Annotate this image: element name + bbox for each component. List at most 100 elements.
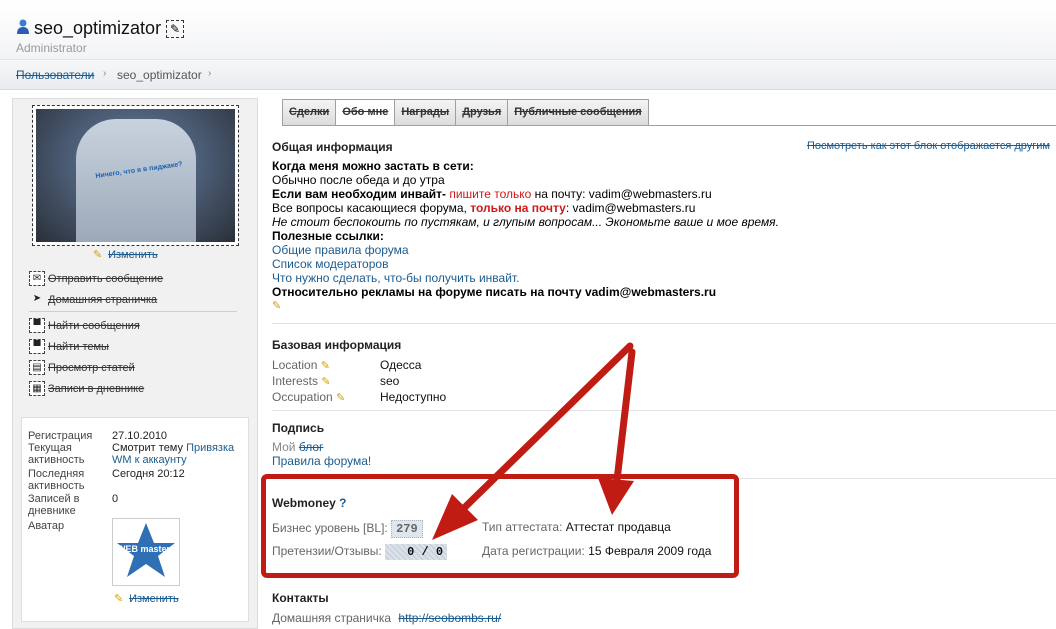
find-messages-action[interactable]: ▀ Найти сообщения	[29, 316, 241, 337]
signature-my: Мой	[272, 440, 296, 454]
pencil-icon[interactable]: ✎	[336, 392, 348, 404]
chat-icon: ▀	[29, 318, 45, 333]
invite-line-rest: на почту: vadim@webmasters.ru	[534, 187, 712, 201]
homepage-label: Домашняя страничка	[48, 294, 158, 306]
signature-blog-link[interactable]: блог	[299, 440, 324, 454]
pencil-icon[interactable]: ✎	[321, 376, 333, 388]
divider	[272, 410, 1056, 411]
invite-howto-link[interactable]: Что нужно сделать, что-бы получить инвай…	[272, 271, 519, 285]
location-value: Одесса	[380, 358, 422, 372]
view-articles-label: Просмотр статей	[48, 362, 135, 374]
forum-questions-red: только на почту	[470, 201, 566, 215]
breadcrumb-users-link[interactable]: Пользователи	[16, 68, 94, 82]
activity-label: Текущая активность	[28, 442, 85, 466]
envelope-icon: ✉	[29, 271, 45, 286]
avatar-text: WEB masters	[117, 544, 175, 554]
basic-info-title: Базовая информация	[272, 338, 402, 352]
tab-divider	[282, 125, 1056, 126]
divider	[272, 323, 1056, 324]
pencil-icon[interactable]: ✎	[321, 360, 333, 372]
user-icon	[17, 19, 29, 34]
signature-blog-line: Мой блог	[272, 440, 323, 454]
edit-avatar-link[interactable]: ✎ Изменить	[114, 593, 179, 605]
interests-label-text: Interests	[272, 374, 319, 388]
webmoney-highlight-box	[261, 474, 739, 578]
tab-awards[interactable]: Награды	[394, 99, 456, 126]
profile-tabs: Сделки Обо мне Награды Друзья Публичные …	[282, 99, 649, 126]
invite-line-red: пишите только	[449, 187, 532, 201]
occupation-value: Недоступно	[380, 390, 447, 404]
homepage-action[interactable]: ➤ Домашняя страничка	[29, 290, 241, 311]
profile-header: seo_optimizator ✎ Administrator	[0, 0, 1056, 60]
homepage-link[interactable]: http://seobombs.ru/	[398, 611, 501, 625]
invite-line: Если вам необходим инвайт- пишите только…	[272, 187, 712, 201]
forum-rules-link[interactable]: Общие правила форума	[272, 243, 409, 257]
find-topics-label: Найти темы	[48, 341, 109, 353]
contacts-title: Контакты	[272, 591, 329, 605]
tab-about[interactable]: Обо мне	[335, 99, 395, 126]
edit-photo-link[interactable]: ✎ Изменить	[93, 249, 158, 261]
interests-label: Interests ✎	[272, 374, 333, 388]
location-label-text: Location	[272, 358, 318, 372]
registration-label: Регистрация	[28, 430, 93, 442]
profile-photo[interactable]: Ничего, что я в пиджаке?	[32, 105, 239, 246]
send-message-label: Отправить сообщение	[48, 273, 164, 285]
online-answer: Обычно после обеда и до утра	[272, 173, 445, 187]
chevron-right-icon: ›	[103, 68, 107, 79]
edit-general-link[interactable]: ✎	[272, 298, 284, 312]
diary-entries-action[interactable]: ▦ Записи в дневнике	[29, 379, 241, 400]
homepage-label: Домашняя страничка	[272, 611, 392, 625]
last-activity-label: Последняя активность	[28, 468, 85, 492]
chat-icon: ▀	[29, 339, 45, 354]
avatar-label: Аватар	[28, 520, 65, 532]
interests-value: seo	[380, 374, 400, 388]
diary-count-label: Записей в дневнике	[28, 493, 80, 517]
view-as-others-link[interactable]: Посмотреть как этот блок отображается др…	[807, 140, 1050, 152]
signature-title: Подпись	[272, 421, 325, 435]
diary-entries-label: Записи в дневнике	[48, 383, 145, 395]
invite-line-bold: Если вам необходим инвайт-	[272, 187, 446, 201]
location-label: Location ✎	[272, 358, 333, 372]
dont-bother-line: Не стоит беспокоить по пустякам, и глупы…	[272, 215, 779, 229]
profile-role: Administrator	[16, 41, 87, 55]
cursor-icon: ➤	[32, 293, 42, 304]
general-info-title: Общая информация	[272, 140, 393, 154]
signature-rules-link[interactable]: Правила форума!	[272, 454, 371, 468]
activity-value: Смотрит тему Привязка WM к аккаунту	[112, 442, 242, 466]
tab-friends[interactable]: Друзья	[455, 99, 508, 126]
registration-value: 27.10.2010	[112, 430, 168, 442]
profile-photo-image: Ничего, что я в пиджаке?	[36, 109, 235, 242]
notebook-icon: ▦	[29, 381, 45, 396]
document-icon: ▤	[29, 360, 45, 375]
chevron-right-icon: ›	[208, 68, 212, 79]
avatar[interactable]: WEB masters	[112, 518, 180, 586]
edit-avatar-label: Изменить	[129, 593, 179, 605]
online-question: Когда меня можно застать в сети:	[272, 159, 474, 173]
profile-stats-box: Регистрация 27.10.2010 Текущая активност…	[21, 417, 249, 622]
find-topics-action[interactable]: ▀ Найти темы	[29, 337, 241, 358]
tab-deals[interactable]: Сделки	[282, 99, 336, 126]
last-activity-value: Сегодня 20:12	[112, 468, 185, 480]
forum-questions-rest: : vadim@webmasters.ru	[565, 201, 696, 215]
profile-sidebar: Ничего, что я в пиджаке? ✎ Изменить ✉ От…	[12, 98, 258, 629]
photo-person	[76, 119, 196, 242]
forum-questions-start: Все вопросы касающиеся форума,	[272, 201, 467, 215]
find-messages-label: Найти сообщения	[48, 320, 140, 332]
view-articles-action[interactable]: ▤ Просмотр статей	[29, 358, 241, 379]
ads-line: Относительно рекламы на форуме писать на…	[272, 285, 717, 299]
activity-text: Смотрит тему	[112, 442, 183, 454]
moderators-link[interactable]: Список модераторов	[272, 257, 388, 271]
diary-count-value: 0	[112, 493, 119, 505]
breadcrumb-current: seo_optimizator	[117, 68, 202, 82]
pencil-icon[interactable]: ✎	[166, 20, 184, 38]
useful-links-title: Полезные ссылки:	[272, 229, 384, 243]
pencil-icon: ✎	[272, 300, 282, 312]
tab-public-messages[interactable]: Публичные сообщения	[507, 99, 649, 126]
send-message-action[interactable]: ✉ Отправить сообщение	[29, 269, 241, 290]
occupation-label-text: Occupation	[272, 390, 333, 404]
pencil-icon: ✎	[114, 593, 124, 605]
profile-username: seo_optimizator	[34, 18, 162, 38]
divider	[29, 311, 237, 312]
occupation-label: Occupation ✎	[272, 390, 348, 404]
profile-actions: ✉ Отправить сообщение ➤ Домашняя странич…	[29, 269, 241, 400]
